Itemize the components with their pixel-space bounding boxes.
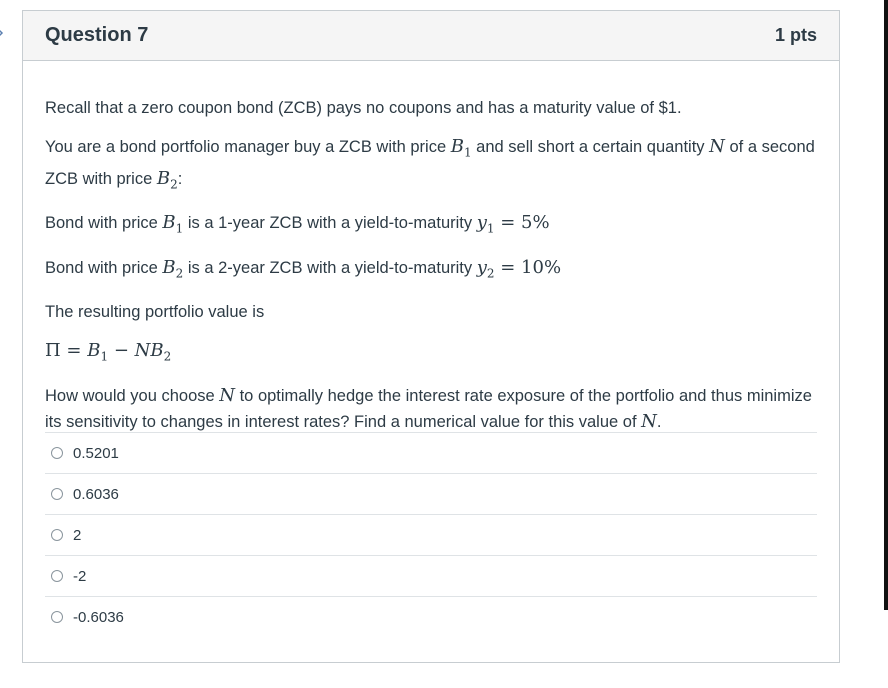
paragraph-setup: You are a bond portfolio manager buy a Z… bbox=[45, 136, 815, 192]
math-n: N bbox=[709, 136, 725, 157]
math-y1: y1 bbox=[476, 212, 495, 236]
math-b1: B1 bbox=[162, 212, 184, 236]
answer-option[interactable]: 2 bbox=[45, 514, 817, 555]
answer-label: 0.6036 bbox=[73, 485, 119, 503]
question-header: Question 7 1 pts bbox=[23, 11, 839, 61]
paragraph-bond2: Bond with price B2 is a 2-year ZCB with … bbox=[45, 256, 562, 281]
answer-list: 0.5201 0.6036 2 -2 -0.6036 bbox=[45, 432, 817, 637]
math-b1: B1 bbox=[450, 136, 472, 160]
portfolio-formula: Π = B1 − NB2 bbox=[45, 340, 172, 364]
answer-label: 0.5201 bbox=[73, 444, 119, 462]
answer-option[interactable]: 0.5201 bbox=[45, 432, 817, 473]
math-b2: B2 bbox=[162, 256, 184, 281]
math-n: N bbox=[641, 410, 657, 432]
radio-button[interactable] bbox=[51, 529, 63, 541]
math-eq-5: = 5% bbox=[494, 212, 550, 234]
answer-label: -2 bbox=[73, 567, 87, 585]
radio-button[interactable] bbox=[51, 488, 63, 500]
question-card: Question 7 1 pts Recall that a zero coup… bbox=[22, 10, 840, 663]
question-points: 1 pts bbox=[774, 25, 817, 45]
scrollbar[interactable] bbox=[884, 0, 888, 610]
answer-option[interactable]: -0.6036 bbox=[45, 596, 817, 637]
radio-button[interactable] bbox=[51, 447, 63, 459]
question-body: Recall that a zero coupon bond (ZCB) pay… bbox=[23, 61, 839, 435]
math-eq-10: = 10% bbox=[494, 256, 562, 278]
expand-chevron-icon bbox=[0, 29, 4, 37]
paragraph-prompt: How would you choose N to optimally hedg… bbox=[45, 384, 812, 432]
answer-label: -0.6036 bbox=[73, 608, 124, 626]
answer-option[interactable]: -2 bbox=[45, 555, 817, 596]
question-title: Question 7 bbox=[45, 24, 149, 46]
paragraph-result: The resulting portfolio value is bbox=[45, 303, 265, 322]
radio-button[interactable] bbox=[51, 611, 63, 623]
math-n: N bbox=[219, 384, 236, 406]
radio-button[interactable] bbox=[51, 570, 63, 582]
math-y2: y2 bbox=[476, 256, 495, 281]
paragraph-intro: Recall that a zero coupon bond (ZCB) pay… bbox=[45, 99, 682, 117]
math-b2: B2 bbox=[156, 167, 178, 192]
answer-option[interactable]: 0.6036 bbox=[45, 473, 817, 514]
answer-label: 2 bbox=[73, 526, 82, 544]
paragraph-bond1: Bond with price B1 is a 1-year ZCB with … bbox=[45, 212, 550, 236]
